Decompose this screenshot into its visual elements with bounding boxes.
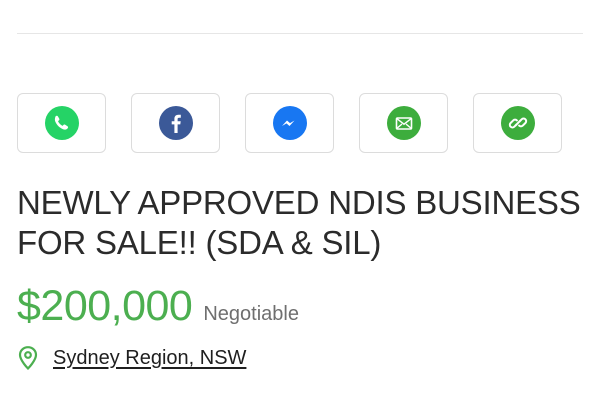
- email-icon: [386, 106, 421, 140]
- location-pin-icon: [18, 346, 38, 371]
- link-icon: [500, 106, 535, 140]
- location-link[interactable]: Sydney Region, NSW: [53, 347, 246, 370]
- listing-title: NEWLY APPROVED NDIS BUSINESS FOR SALE!! …: [17, 184, 581, 261]
- top-divider: [17, 33, 583, 34]
- copy-link-button[interactable]: [473, 93, 562, 153]
- price-row: $200,000 Negotiable: [17, 282, 299, 334]
- whatsapp-icon: [44, 106, 79, 140]
- facebook-icon: [158, 106, 193, 140]
- share-whatsapp-button[interactable]: [17, 93, 106, 153]
- share-facebook-button[interactable]: [131, 93, 220, 153]
- price-note: Negotiable: [203, 303, 299, 325]
- share-messenger-button[interactable]: [245, 93, 334, 153]
- share-email-button[interactable]: [359, 93, 448, 153]
- messenger-icon: [272, 106, 307, 140]
- share-buttons: [17, 93, 565, 155]
- listing-price: $200,000: [17, 282, 193, 330]
- location-row: Sydney Region, NSW: [17, 343, 246, 373]
